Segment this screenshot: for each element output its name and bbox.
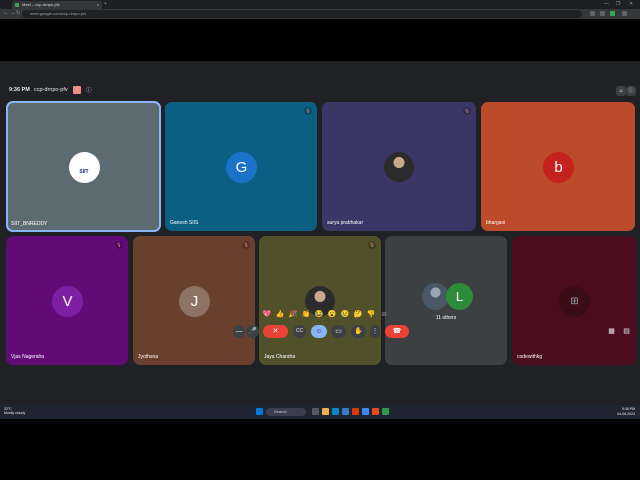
back-icon[interactable]: ← <box>3 10 9 16</box>
camera-off-button[interactable]: ✕ <box>263 325 288 338</box>
activities-icon[interactable]: ⓘ <box>626 86 636 96</box>
participant-name: SIIT_BNREDDY <box>11 221 48 227</box>
participant-tile[interactable]: ⊞ codewithkg <box>512 236 636 365</box>
participant-tile[interactable]: surya prabhakar 🎙 <box>322 102 476 231</box>
reaction-emoji-icon[interactable]: 😮 <box>327 310 337 320</box>
reaction-bar: 💖 👍 🎉 👏 😂 😮 😢 🤔 👎 ☺ <box>262 308 389 322</box>
tab-title: Meet – ccp-drnpo-pfv <box>22 2 60 7</box>
emoji-button[interactable]: ☺ <box>311 325 327 338</box>
avatar: SIIT <box>68 151 100 183</box>
mic-muted-icon: 🎙 <box>463 107 471 115</box>
avatar: ⊞ <box>559 285 590 317</box>
recording-badge <box>73 86 81 94</box>
url-field[interactable]: meet.google.com/ccp-drnpo-pfv <box>22 10 582 18</box>
address-bar: ← → ↻ meet.google.com/ccp-drnpo-pfv <box>0 9 640 19</box>
options-button[interactable]: ⋮ <box>370 325 380 338</box>
meet-favicon-icon <box>15 3 19 7</box>
windows-taskbar: 32°C Mostly cloudy Search 9:36 PM 04-06-… <box>0 405 640 419</box>
browser-tabbar: Meet – ccp-drnpo-pfv × + — ❐ ✕ <box>0 0 640 9</box>
participant-tile[interactable]: G Ganesh SIIS 🎙 <box>165 102 317 231</box>
participant-name: Vjas Nagendra <box>11 354 45 360</box>
avatar: J <box>179 285 210 317</box>
info-panel-icon[interactable]: ▦ <box>606 325 617 338</box>
taskview-icon[interactable] <box>312 408 319 415</box>
reaction-emoji-icon[interactable]: 😂 <box>314 310 324 320</box>
browser-tab[interactable]: Meet – ccp-drnpo-pfv × <box>12 1 102 9</box>
reaction-emoji-icon[interactable]: ☺ <box>379 310 389 320</box>
participant-tile[interactable]: b bhargavi <box>481 102 635 231</box>
mic-muted-icon: 🎙 <box>242 241 250 249</box>
chrome-icon[interactable] <box>362 408 369 415</box>
taskbar-clock[interactable]: 9:36 PM 04-06-2024 <box>617 407 635 417</box>
participant-name: surya prabhakar <box>327 220 364 226</box>
more-toggle-button[interactable]: — <box>233 325 245 338</box>
avatar: G <box>226 151 257 183</box>
participant-tile[interactable]: J Jyothsna 🎙 <box>133 236 255 365</box>
reaction-emoji-icon[interactable]: 👏 <box>301 310 311 320</box>
participant-name: bhargavi <box>486 220 506 226</box>
end-call-button[interactable]: ☎ <box>385 325 409 338</box>
meeting-time: 9:36 PM <box>9 87 30 93</box>
taskbar-search[interactable]: Search <box>266 408 306 416</box>
profile-avatar[interactable] <box>610 11 615 16</box>
meet-top-bar: 9:36 PM ccp-drnpo-pfv ⓘ ☺ ⓘ <box>0 80 640 102</box>
minimize-icon[interactable]: — <box>604 1 609 7</box>
explorer-icon[interactable] <box>322 408 329 415</box>
captions-button[interactable]: CC <box>293 325 306 338</box>
avatar: V <box>52 285 83 317</box>
mic-muted-icon: 🎙 <box>304 107 312 115</box>
avatar <box>384 151 414 182</box>
avatar <box>422 282 449 310</box>
raise-hand-button[interactable]: ✋ <box>351 325 366 338</box>
call-controls: — 🎤 ✕ CC ☺ ▭ ✋ ⋮ ☎ ▦ ▤ <box>0 325 640 341</box>
office-icon[interactable] <box>352 408 359 415</box>
people-icon[interactable]: ☺ <box>616 86 626 96</box>
participant-name: Jyothsna <box>138 354 159 360</box>
info-icon[interactable]: ⓘ <box>86 86 92 94</box>
avatar: L <box>446 282 473 310</box>
reaction-emoji-icon[interactable]: 🤔 <box>353 310 363 320</box>
new-tab-icon[interactable]: + <box>104 1 107 7</box>
present-button[interactable]: ▭ <box>331 325 346 338</box>
extension-icon[interactable] <box>600 11 605 16</box>
reaction-emoji-icon[interactable]: 👍 <box>275 310 285 320</box>
participant-tile[interactable]: SIIT SIIT_BNREDDY <box>6 101 161 232</box>
participant-name: Ganesh SIIS <box>170 220 199 226</box>
participant-tile[interactable]: Jaya Chandra 🎙 <box>259 236 381 365</box>
edge-icon[interactable] <box>332 408 339 415</box>
participant-name: codewithkg <box>517 354 543 360</box>
avatar: b <box>543 151 574 183</box>
participant-tile[interactable]: L 11 others <box>385 236 507 365</box>
reaction-emoji-icon[interactable]: 👎 <box>366 310 376 320</box>
maximize-icon[interactable]: ❐ <box>616 1 620 7</box>
app-icon[interactable] <box>382 408 389 415</box>
start-icon[interactable] <box>256 408 263 415</box>
chat-icon[interactable]: ▤ <box>621 325 632 338</box>
clock-date: 04-06-2024 <box>617 412 635 416</box>
participant-name: 11 others <box>435 314 457 321</box>
mic-muted-icon: 🎙 <box>115 241 123 249</box>
app-icon[interactable] <box>372 408 379 415</box>
mic-button[interactable]: 🎤 <box>246 325 259 338</box>
weather-widget[interactable]: 32°C Mostly cloudy <box>4 407 25 415</box>
weather-desc: Mostly cloudy <box>4 411 26 415</box>
menu-icon[interactable] <box>622 11 627 16</box>
reaction-emoji-icon[interactable]: 🎉 <box>288 310 298 320</box>
store-icon[interactable] <box>342 408 349 415</box>
extension-icon[interactable] <box>590 11 595 16</box>
tab-close-icon[interactable]: × <box>97 1 99 9</box>
reaction-emoji-icon[interactable]: 💖 <box>262 310 272 320</box>
participant-name: Jaya Chandra <box>264 354 296 360</box>
close-window-icon[interactable]: ✕ <box>629 1 633 7</box>
meeting-code: ccp-drnpo-pfv <box>34 87 68 93</box>
participant-tile[interactable]: V Vjas Nagendra 🎙 <box>6 236 128 365</box>
reaction-emoji-icon[interactable]: 😢 <box>340 310 350 320</box>
mic-muted-icon: 🎙 <box>368 241 376 249</box>
reload-icon[interactable]: ↻ <box>16 10 20 16</box>
avatar-group: L <box>422 282 477 313</box>
